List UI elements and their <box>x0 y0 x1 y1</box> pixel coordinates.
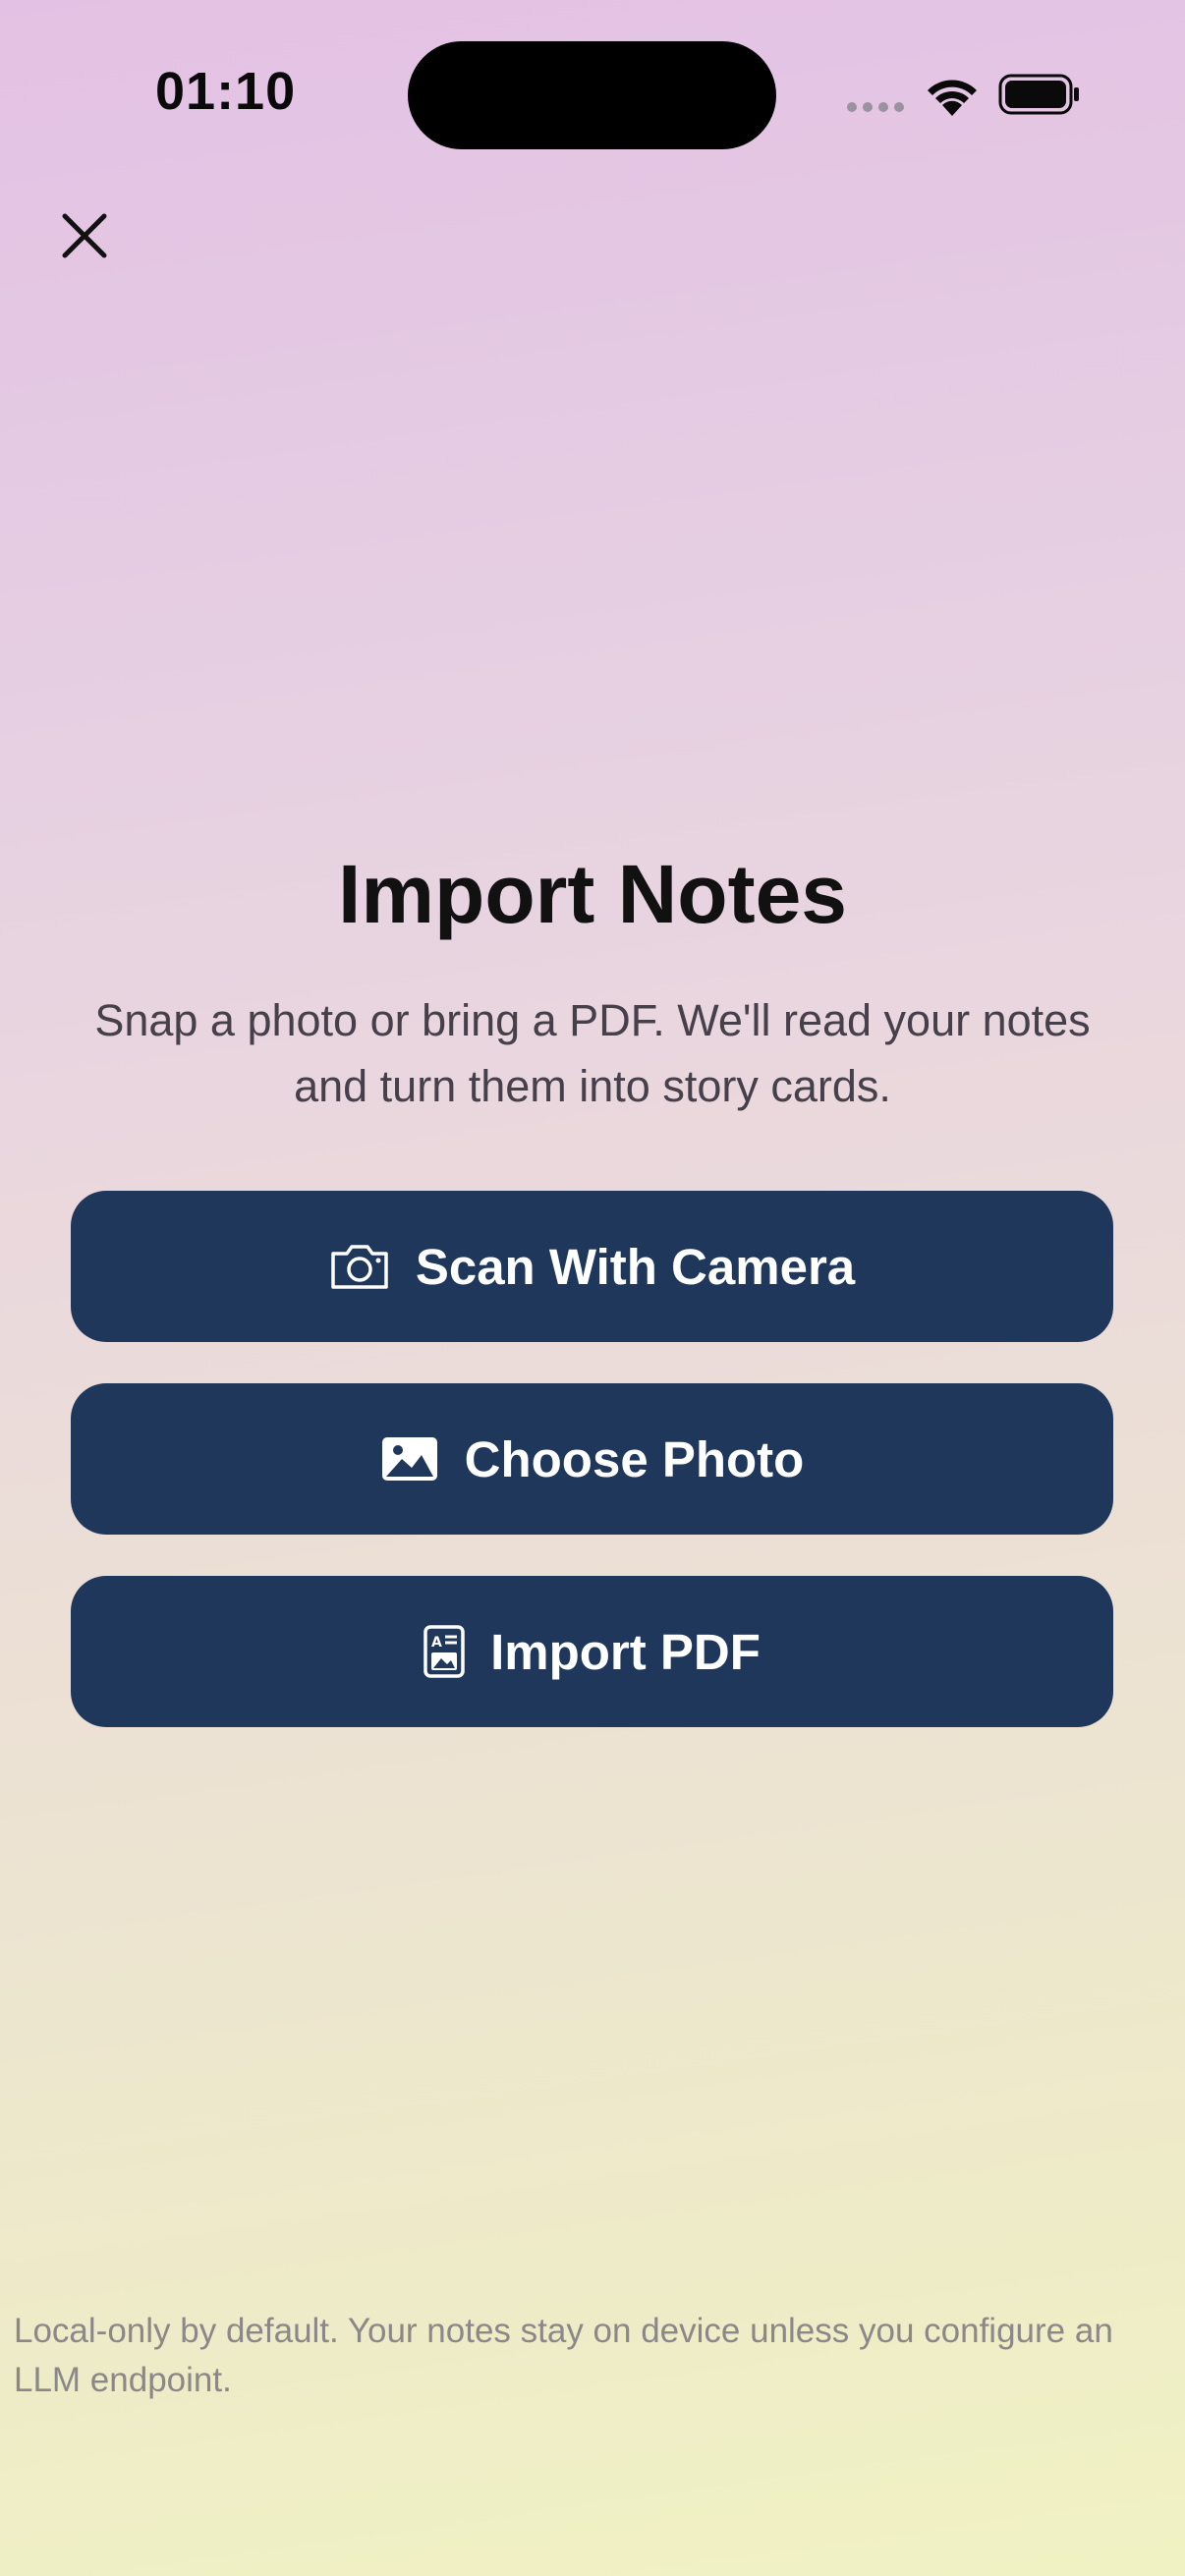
dynamic-island <box>408 41 776 149</box>
import-pdf-button[interactable]: A Import PDF <box>71 1576 1113 1727</box>
wifi-icon <box>928 80 977 116</box>
status-time: 01:10 <box>155 62 297 121</box>
scan-with-camera-label: Scan With Camera <box>415 1238 856 1295</box>
import-pdf-label: Import PDF <box>490 1623 761 1680</box>
battery-icon <box>998 74 1079 115</box>
svg-text:A: A <box>431 1635 442 1651</box>
status-bar: 01:10 <box>0 0 1185 177</box>
choose-photo-button[interactable]: Choose Photo <box>71 1383 1113 1535</box>
photo-icon <box>381 1437 437 1481</box>
document-icon: A <box>423 1625 465 1678</box>
page-subtitle: Snap a photo or bring a PDF. We'll read … <box>94 995 1091 1111</box>
privacy-footnote: Local-only by default. Your notes stay o… <box>14 2312 1113 2399</box>
camera-icon <box>331 1245 388 1289</box>
cellular-signal-icon <box>847 102 904 112</box>
page-title: Import Notes <box>337 848 848 940</box>
scan-with-camera-button[interactable]: Scan With Camera <box>71 1191 1113 1342</box>
choose-photo-label: Choose Photo <box>464 1430 805 1487</box>
close-icon[interactable] <box>55 206 114 265</box>
